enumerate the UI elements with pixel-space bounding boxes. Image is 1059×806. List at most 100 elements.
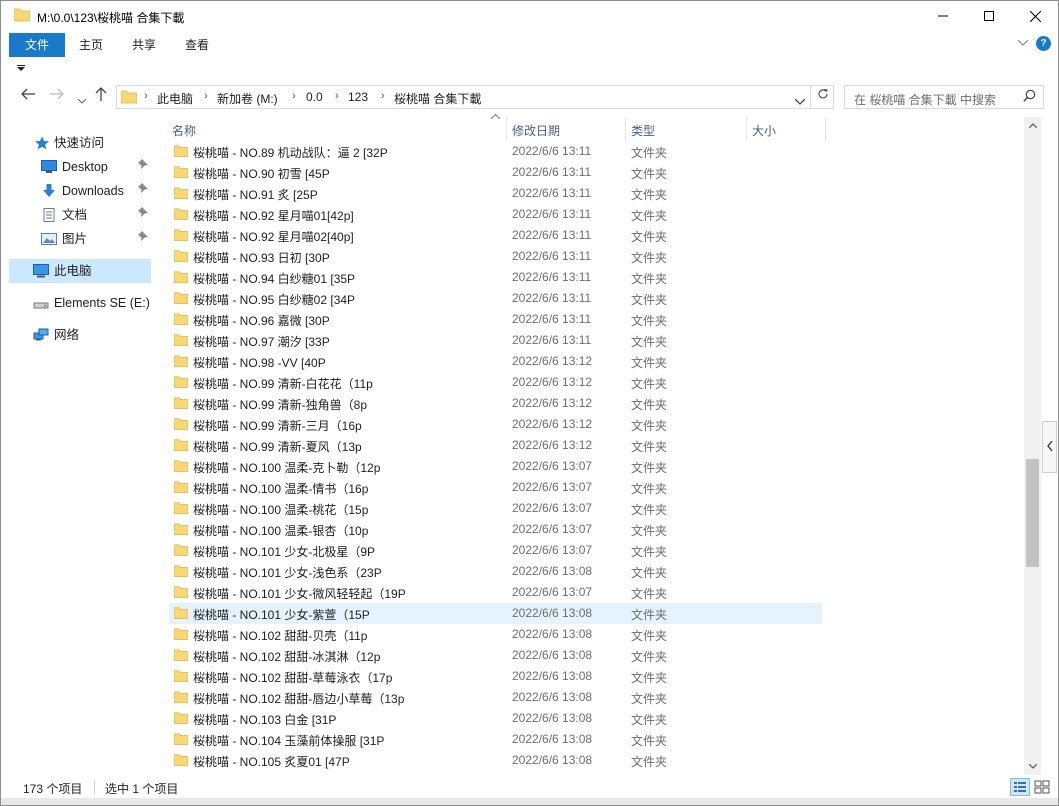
- file-row[interactable]: 桜桃喵 - NO.100 温柔-银杏（10p 2022/6/6 13:07 文件夹: [169, 519, 822, 540]
- preview-pane-toggle[interactable]: [1042, 421, 1057, 473]
- breadcrumb-this-pc[interactable]: 此电脑: [157, 90, 193, 107]
- details-view-button[interactable]: [1010, 778, 1030, 796]
- large-icons-view-button[interactable]: [1032, 778, 1052, 796]
- file-row[interactable]: 桜桃喵 - NO.105 炙夏01 [47P 2022/6/6 13:08 文件夹: [169, 750, 822, 771]
- breadcrumb-separator-icon[interactable]: ›: [292, 90, 296, 102]
- file-row[interactable]: 桜桃喵 - NO.99 清新-独角兽（8p 2022/6/6 13:12 文件夹: [169, 393, 822, 414]
- breadcrumb-current-folder[interactable]: 桜桃喵 合集下載: [394, 90, 481, 107]
- column-date[interactable]: 修改日期: [512, 122, 560, 139]
- file-row[interactable]: 桜桃喵 - NO.96 嘉微 [30P 2022/6/6 13:11 文件夹: [169, 309, 822, 330]
- file-row[interactable]: 桜桃喵 - NO.99 清新-三月（16p 2022/6/6 13:12 文件夹: [169, 414, 822, 435]
- refresh-button[interactable]: [810, 85, 834, 109]
- column-size[interactable]: 大小: [752, 122, 776, 139]
- breadcrumb-folder-123[interactable]: 123: [348, 90, 368, 104]
- scroll-thumb[interactable]: [1026, 459, 1039, 567]
- pin-icon: [138, 179, 148, 203]
- address-bar[interactable]: › 此电脑 › 新加卷 (M:) › 0.0 › 123 › 桜桃喵 合集下載: [116, 85, 834, 109]
- address-dropdown-icon[interactable]: [794, 94, 806, 108]
- nav-item-desktop[interactable]: Desktop: [1, 155, 151, 179]
- file-row[interactable]: 桜桃喵 - NO.89 机动战队：逼 2 [32P 2022/6/6 13:11 文…: [169, 141, 822, 162]
- file-date: 2022/6/6 13:08: [512, 669, 593, 683]
- column-divider[interactable]: [625, 117, 626, 141]
- folder-icon: [174, 292, 188, 305]
- file-row[interactable]: 桜桃喵 - NO.92 星月喵01[42p] 2022/6/6 13:11 文件夹: [169, 204, 822, 225]
- breadcrumb-folder-0-0[interactable]: 0.0: [306, 90, 323, 104]
- close-button[interactable]: [1012, 1, 1058, 31]
- nav-quick-access[interactable]: 快速访问: [1, 131, 151, 155]
- breadcrumb-separator-icon[interactable]: ›: [335, 90, 339, 102]
- search-box[interactable]: 在 桜桃喵 合集下載 中搜索: [844, 85, 1044, 109]
- file-row[interactable]: 桜桃喵 - NO.90 初雪 [45P 2022/6/6 13:11 文件夹: [169, 162, 822, 183]
- file-row[interactable]: 桜桃喵 - NO.92 星月喵02[40p] 2022/6/6 13:11 文件夹: [169, 225, 822, 246]
- column-name[interactable]: 名称: [172, 122, 196, 139]
- folder-icon: [121, 90, 137, 104]
- file-name: 桜桃喵 - NO.95 白纱糖02 [34P: [193, 293, 356, 307]
- column-type[interactable]: 类型: [631, 122, 655, 139]
- maximize-button[interactable]: [966, 1, 1012, 31]
- minimize-button[interactable]: [920, 1, 966, 31]
- file-row[interactable]: 桜桃喵 - NO.100 温柔-情书（16p 2022/6/6 13:07 文件夹: [169, 477, 822, 498]
- help-button[interactable]: ?: [1036, 36, 1051, 51]
- file-row[interactable]: 桜桃喵 - NO.100 温柔-克卜勒（12p 2022/6/6 13:07 文件夹: [169, 456, 822, 477]
- file-row[interactable]: 桜桃喵 - NO.99 清新-白花花（11p 2022/6/6 13:12 文件夹: [169, 372, 822, 393]
- breadcrumb-separator-icon[interactable]: ›: [204, 90, 208, 102]
- scroll-up-button[interactable]: [1024, 117, 1041, 134]
- breadcrumb-separator-icon[interactable]: ›: [381, 90, 385, 102]
- file-row[interactable]: 桜桃喵 - NO.101 少女-紫萱（15P 2022/6/6 13:08 文件夹: [169, 603, 822, 624]
- file-row[interactable]: 桜桃喵 - NO.99 清新-夏风（13p 2022/6/6 13:12 文件夹: [169, 435, 822, 456]
- tab-home[interactable]: 主页: [65, 33, 117, 57]
- file-row[interactable]: 桜桃喵 - NO.101 少女-北极星（9P 2022/6/6 13:07 文件夹: [169, 540, 822, 561]
- up-button[interactable]: [95, 87, 107, 106]
- scroll-down-button[interactable]: [1024, 758, 1041, 775]
- forward-button[interactable]: [50, 87, 64, 105]
- column-divider[interactable]: [506, 117, 507, 141]
- file-row[interactable]: 桜桃喵 - NO.93 日初 [30P 2022/6/6 13:11 文件夹: [169, 246, 822, 267]
- nav-network[interactable]: 网络: [1, 323, 151, 347]
- file-row[interactable]: 桜桃喵 - NO.98 -VV [40P 2022/6/6 13:12 文件夹: [169, 351, 822, 372]
- nav-item-documents[interactable]: 文档: [1, 203, 151, 227]
- vertical-scrollbar[interactable]: [1024, 117, 1041, 775]
- file-date: 2022/6/6 13:12: [512, 438, 593, 452]
- tab-share[interactable]: 共享: [118, 33, 170, 57]
- recent-locations-button[interactable]: [77, 91, 87, 109]
- breadcrumb-separator-icon[interactable]: ›: [144, 90, 148, 102]
- file-date: 2022/6/6 13:11: [512, 207, 592, 221]
- back-button[interactable]: [21, 87, 35, 105]
- tab-file[interactable]: 文件: [9, 33, 65, 57]
- quick-access-toolbar-toggle[interactable]: [17, 63, 25, 74]
- file-type: 文件夹: [631, 587, 668, 601]
- nav-this-pc[interactable]: 此电脑: [9, 259, 151, 283]
- nav-item-pictures[interactable]: 图片: [1, 227, 151, 251]
- file-row[interactable]: 桜桃喵 - NO.97 潮汐 [33P 2022/6/6 13:11 文件夹: [169, 330, 822, 351]
- file-row[interactable]: 桜桃喵 - NO.102 甜甜-草莓泳衣（17p 2022/6/6 13:08 文件…: [169, 666, 822, 687]
- file-type: 文件夹: [631, 272, 668, 286]
- file-row[interactable]: 桜桃喵 - NO.100 温柔-桃花（15p 2022/6/6 13:07 文件夹: [169, 498, 822, 519]
- breadcrumb-drive[interactable]: 新加卷 (M:): [217, 90, 278, 107]
- file-row[interactable]: 桜桃喵 - NO.104 玉藻前体操服 [31P 2022/6/6 13:08 文件…: [169, 729, 822, 750]
- tab-view[interactable]: 查看: [171, 33, 223, 57]
- file-type: 文件夹: [631, 566, 668, 580]
- column-headers: 名称 修改日期 类型 大小: [161, 113, 826, 141]
- file-row[interactable]: 桜桃喵 - NO.91 炙 [25P 2022/6/6 13:11 文件夹: [169, 183, 822, 204]
- file-row[interactable]: 桜桃喵 - NO.102 甜甜-贝壳（11p 2022/6/6 13:08 文件夹: [169, 624, 822, 645]
- nav-item-downloads[interactable]: Downloads: [1, 179, 151, 203]
- column-divider[interactable]: [746, 117, 747, 141]
- file-row[interactable]: 桜桃喵 - NO.103 白金 [31P 2022/6/6 13:08 文件夹: [169, 708, 822, 729]
- folder-icon: [14, 8, 30, 22]
- file-name: 桜桃喵 - NO.101 少女-微风轻轻起（19P: [193, 587, 406, 601]
- nav-label: 网络: [54, 328, 80, 342]
- downloads-icon: [43, 184, 55, 197]
- file-row[interactable]: 桜桃喵 - NO.102 甜甜-冰淇淋（12p 2022/6/6 13:08 文件夹: [169, 645, 822, 666]
- file-row[interactable]: 桜桃喵 - NO.95 白纱糖02 [34P 2022/6/6 13:11 文件夹: [169, 288, 822, 309]
- file-row[interactable]: 桜桃喵 - NO.101 少女-微风轻轻起（19P 2022/6/6 13:07 文…: [169, 582, 822, 603]
- file-row[interactable]: 桜桃喵 - NO.102 甜甜-唇边小草莓（13p 2022/6/6 13:08 文…: [169, 687, 822, 708]
- file-date: 2022/6/6 13:11: [512, 270, 592, 284]
- column-divider[interactable]: [825, 117, 826, 141]
- file-row[interactable]: 桜桃喵 - NO.101 少女-浅色系（23P 2022/6/6 13:08 文件夹: [169, 561, 822, 582]
- navigation-pane: 快速访问 Desktop Downloads 文档 图片 此电脑 Element…: [1, 117, 161, 775]
- file-row[interactable]: 桜桃喵 - NO.94 白纱糖01 [35P 2022/6/6 13:11 文件夹: [169, 267, 822, 288]
- chevron-down-icon[interactable]: [1017, 38, 1029, 49]
- drive-icon: [33, 302, 49, 309]
- nav-drive-elements[interactable]: Elements SE (E:): [1, 291, 151, 315]
- search-placeholder: 在 桜桃喵 合集下載 中搜索: [854, 93, 997, 107]
